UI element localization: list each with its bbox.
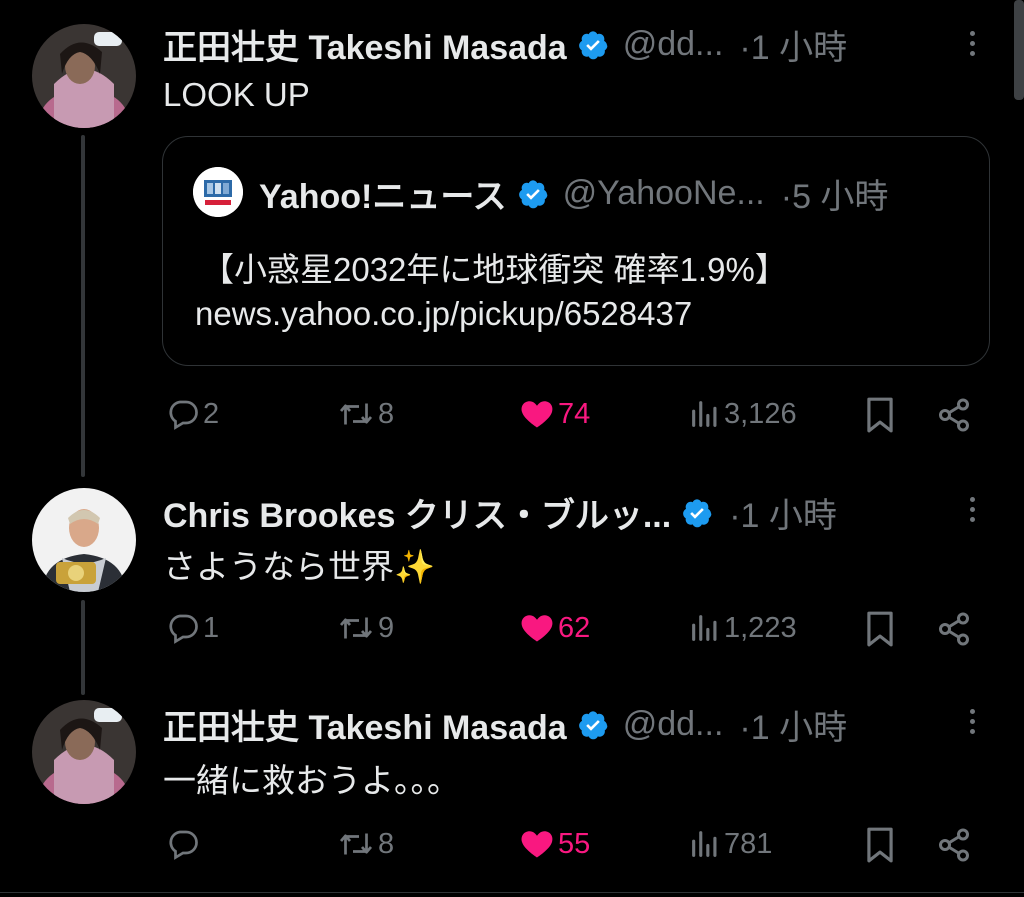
bookmark-button[interactable] bbox=[864, 396, 896, 434]
views-count: 1,223 bbox=[724, 611, 797, 644]
verified-badge-icon bbox=[578, 30, 608, 59]
retweet-icon bbox=[339, 403, 373, 425]
avatar[interactable] bbox=[32, 700, 136, 804]
author-name[interactable]: 正田壮史 Takeshi Masada bbox=[163, 20, 567, 69]
timestamp[interactable]: ·1 小時 bbox=[739, 20, 847, 69]
heart-icon bbox=[521, 401, 553, 428]
bookmark-icon bbox=[867, 611, 893, 647]
author-name[interactable]: Chris Brookes クリス・ブルッ... bbox=[163, 488, 671, 537]
share-icon bbox=[939, 398, 969, 432]
timestamp[interactable]: ·1 小時 bbox=[739, 700, 847, 749]
verified-badge-icon bbox=[518, 179, 548, 208]
bookmark-button[interactable] bbox=[864, 826, 896, 864]
avatar[interactable] bbox=[32, 488, 136, 592]
retweet-count: 9 bbox=[378, 611, 395, 644]
reply-count: 1 bbox=[203, 611, 220, 644]
reply-icon bbox=[169, 400, 198, 430]
divider bbox=[0, 892, 1024, 893]
views-button[interactable]: 781 bbox=[688, 826, 772, 862]
retweet-icon bbox=[339, 833, 373, 855]
heart-icon bbox=[521, 615, 553, 642]
more-icon[interactable] bbox=[962, 492, 982, 532]
timestamp[interactable]: ·1 小時 bbox=[729, 488, 837, 537]
like-count: 74 bbox=[558, 397, 591, 430]
like-count: 55 bbox=[558, 827, 591, 860]
tweet-text: さようなら世界✨ bbox=[163, 548, 436, 585]
verified-badge-icon bbox=[683, 498, 712, 527]
retweet-button[interactable]: 9 bbox=[336, 610, 394, 646]
like-button[interactable]: 74 bbox=[518, 396, 590, 432]
avatar bbox=[193, 167, 243, 217]
avatar[interactable] bbox=[32, 24, 136, 128]
retweet-button[interactable]: 8 bbox=[336, 396, 394, 432]
author-handle[interactable]: @dd... bbox=[623, 25, 724, 64]
bookmark-icon bbox=[867, 827, 893, 863]
like-button[interactable]: 62 bbox=[518, 610, 590, 646]
author-name[interactable]: 正田壮史 Takeshi Masada bbox=[163, 700, 567, 749]
share-button[interactable] bbox=[936, 826, 972, 864]
thread-line bbox=[81, 600, 85, 695]
retweet-count: 8 bbox=[378, 827, 395, 860]
share-button[interactable] bbox=[936, 396, 972, 434]
heart-icon bbox=[521, 831, 553, 858]
author-handle[interactable]: @dd... bbox=[623, 705, 724, 744]
quote-timestamp[interactable]: ·5 小時 bbox=[781, 169, 889, 218]
views-button[interactable]: 3,126 bbox=[688, 396, 797, 432]
verified-badge-icon bbox=[578, 710, 608, 739]
views-button[interactable]: 1,223 bbox=[688, 610, 797, 646]
quoted-tweet[interactable]: Yahoo!ニュース @YahooNe... ·5 小時 【小惑星2032年に地… bbox=[162, 136, 990, 366]
reply-icon bbox=[169, 614, 198, 644]
reply-button[interactable]: 2 bbox=[165, 396, 219, 432]
tweet-text: LOOK UP bbox=[163, 76, 310, 113]
scrollbar[interactable] bbox=[1014, 0, 1024, 100]
tweet-text: 一緒に救おうよ。。。 bbox=[163, 762, 460, 799]
like-button[interactable]: 55 bbox=[518, 826, 590, 862]
bookmark-icon bbox=[867, 397, 893, 433]
views-icon bbox=[692, 831, 717, 857]
like-count: 62 bbox=[558, 611, 591, 644]
share-button[interactable] bbox=[936, 610, 972, 648]
thread-line bbox=[81, 135, 85, 477]
retweet-icon bbox=[339, 617, 373, 639]
reply-button[interactable] bbox=[165, 826, 203, 862]
views-icon bbox=[692, 401, 717, 427]
share-icon bbox=[939, 612, 969, 646]
more-icon[interactable] bbox=[962, 26, 982, 66]
bookmark-button[interactable] bbox=[864, 610, 896, 648]
more-icon[interactable] bbox=[962, 704, 982, 744]
views-icon bbox=[692, 615, 717, 641]
reply-button[interactable]: 1 bbox=[165, 610, 219, 646]
quote-author-handle[interactable]: @YahooNe... bbox=[563, 174, 765, 213]
share-icon bbox=[939, 828, 969, 862]
reply-count: 2 bbox=[203, 397, 220, 430]
quote-link[interactable]: news.yahoo.co.jp/pickup/6528437 bbox=[195, 295, 692, 333]
quote-text: 【小惑星2032年に地球衝突 確率1.9%】 bbox=[201, 251, 788, 288]
reply-icon bbox=[169, 830, 198, 860]
views-count: 3,126 bbox=[724, 397, 797, 430]
retweet-button[interactable]: 8 bbox=[336, 826, 394, 862]
views-count: 781 bbox=[724, 827, 773, 860]
quote-author-name[interactable]: Yahoo!ニュース bbox=[259, 169, 507, 218]
retweet-count: 8 bbox=[378, 397, 395, 430]
